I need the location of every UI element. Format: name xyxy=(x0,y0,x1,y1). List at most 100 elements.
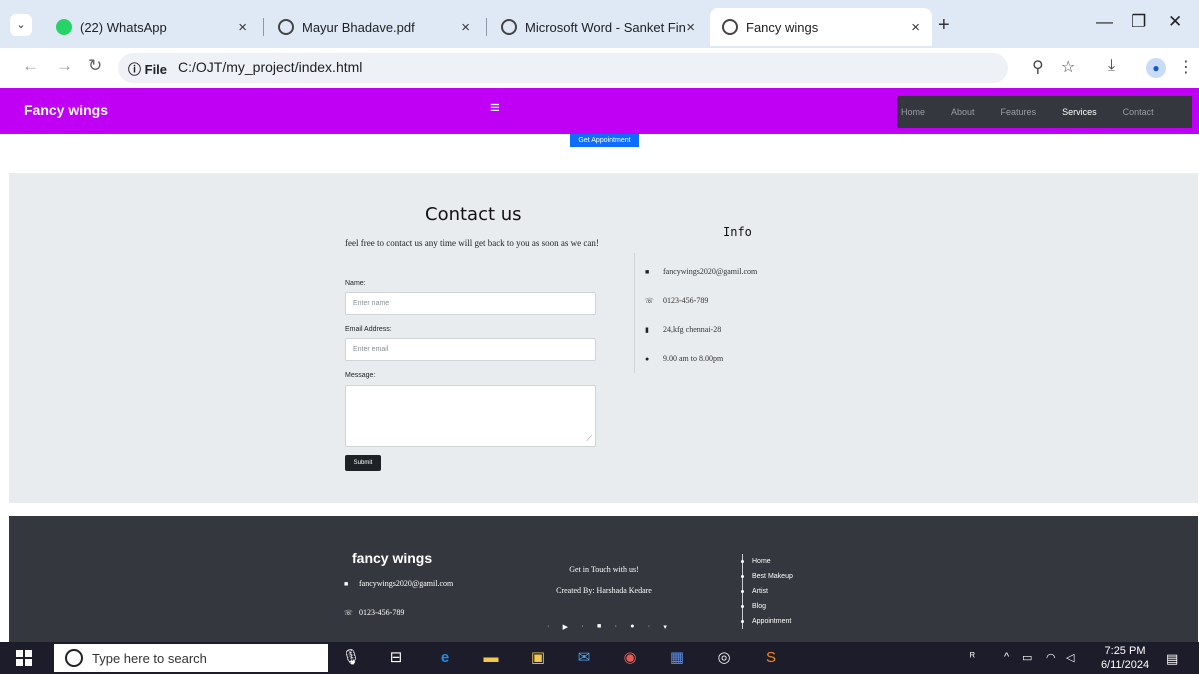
resize-handle-icon[interactable]: ⟋ xyxy=(586,434,592,444)
zoom-icon[interactable]: ⚲ xyxy=(1032,57,1044,77)
contact-section: Contact us feel free to contact us any t… xyxy=(9,173,1198,503)
tab-label: Fancy wings xyxy=(746,19,819,35)
profile-avatar-icon[interactable]: ● xyxy=(1146,58,1166,78)
footer-created-by: Created By: Harshada Kedare xyxy=(556,586,652,595)
name-input[interactable]: Enter name xyxy=(345,292,596,315)
contact-title: Contact us xyxy=(425,204,522,225)
footer-link-best-makeup[interactable]: Best Makeup xyxy=(741,569,812,584)
menu-kebab-icon[interactable]: ⋮ xyxy=(1178,57,1194,77)
get-appointment-button[interactable]: Get Appointment xyxy=(570,134,639,147)
tab-divider xyxy=(486,18,487,36)
restore-icon[interactable]: ❐ xyxy=(1131,12,1146,32)
word-icon[interactable]: ▦ xyxy=(666,648,688,668)
address-bar[interactable]: ⓘ File C:/OJT/my_project/index.html xyxy=(118,53,1008,83)
globe-icon xyxy=(501,19,517,35)
file-explorer-icon[interactable]: ▬ xyxy=(480,648,502,668)
taskbar-search-box[interactable]: Type here to search xyxy=(54,644,328,672)
info-email: ■ fancywings2020@gamil.com xyxy=(645,267,757,276)
cortana-circle-icon xyxy=(65,649,83,667)
close-icon[interactable]: × xyxy=(461,19,470,36)
microphone-icon[interactable]: 🎙 xyxy=(340,648,362,668)
notifications-icon[interactable]: ▤ xyxy=(1166,651,1178,667)
nav-features[interactable]: Features xyxy=(1001,107,1037,117)
footer-get-in-touch: Get in Touch with us! xyxy=(569,565,639,574)
close-icon[interactable]: × xyxy=(686,19,695,36)
windows-taskbar: Type here to search 🎙 ⊟ e ▬ ▣ ✉ ◉ ▦ ◎ S … xyxy=(0,642,1199,674)
tab-microsoft-word[interactable]: Microsoft Word - Sanket Final P × xyxy=(489,8,707,46)
mail-icon[interactable]: ✉ xyxy=(573,648,595,668)
tab-fancy-wings[interactable]: Fancy wings × xyxy=(710,8,932,46)
nav-services[interactable]: Services xyxy=(1062,107,1097,117)
volume-icon[interactable]: ◁ xyxy=(1066,651,1074,664)
name-placeholder: Enter name xyxy=(353,300,390,307)
footer-links: Home Best Makeup Artist Blog Appointment xyxy=(741,554,812,629)
people-icon[interactable]: ᴿ xyxy=(970,651,975,663)
bookmark-star-icon[interactable]: ☆ xyxy=(1061,57,1075,77)
tab-search-chevron-icon[interactable]: ⌄ xyxy=(10,14,32,36)
site-info-button[interactable]: ⓘ File xyxy=(128,59,167,78)
chrome-icon[interactable]: ◉ xyxy=(619,648,641,668)
forward-arrow-icon[interactable]: → xyxy=(56,56,73,76)
tab-label: Microsoft Word - Sanket Final P xyxy=(525,19,685,35)
reload-icon[interactable]: ↻ xyxy=(88,56,102,76)
whatsapp-icon xyxy=(56,19,72,35)
tab-divider xyxy=(263,18,264,36)
pinterest-icon[interactable]: ● xyxy=(630,623,634,631)
message-label: Message: xyxy=(345,372,376,379)
submit-button[interactable]: Submit xyxy=(345,455,381,471)
contact-subtitle: feel free to contact us any time will ge… xyxy=(345,238,599,248)
taskbar-time: 7:25 PM xyxy=(1104,645,1146,657)
browser-tab-bar: ⌄ (22) WhatsApp × Mayur Bhadave.pdf × Mi… xyxy=(0,0,1199,48)
footer-phone-text: 0123-456-789 xyxy=(359,608,405,617)
nav-contact[interactable]: Contact xyxy=(1123,107,1154,117)
wifi-icon[interactable]: ◠ xyxy=(1046,651,1056,664)
download-icon[interactable]: ⤓ xyxy=(1108,57,1115,75)
minimize-icon[interactable]: — xyxy=(1096,12,1113,32)
tray-chevron-icon[interactable]: ^ xyxy=(1004,651,1009,663)
nav-about[interactable]: About xyxy=(951,107,975,117)
site-brand[interactable]: Fancy wings xyxy=(24,102,108,118)
info-address: ▮ 24,kfg chennai-28 xyxy=(645,325,721,334)
tab-whatsapp[interactable]: (22) WhatsApp × xyxy=(44,8,259,46)
footer-email-text: fancywings2020@gamil.com xyxy=(359,579,454,588)
info-phone: ☏ 0123-456-789 xyxy=(645,296,708,305)
footer-link-artist[interactable]: Artist xyxy=(741,584,812,599)
task-view-icon[interactable]: ⊟ xyxy=(385,648,407,668)
tab-label: (22) WhatsApp xyxy=(80,19,167,35)
tab-label: Mayur Bhadave.pdf xyxy=(302,19,415,35)
battery-icon[interactable]: ▭ xyxy=(1022,651,1032,664)
footer-link-appointment[interactable]: Appointment xyxy=(741,614,812,629)
tab-mayur-pdf[interactable]: Mayur Bhadave.pdf × xyxy=(266,8,482,46)
youtube-icon[interactable]: ▶ xyxy=(563,623,568,631)
close-icon[interactable]: × xyxy=(238,19,247,36)
footer-link-blog[interactable]: Blog xyxy=(741,599,812,614)
taskbar-clock[interactable]: 7:25 PM 6/11/2024 xyxy=(1093,644,1157,672)
info-divider xyxy=(634,253,635,373)
nav-home[interactable]: Home xyxy=(901,107,925,117)
windows-start-icon[interactable] xyxy=(16,650,32,666)
dot-icon: · xyxy=(614,623,617,630)
edge-browser-icon[interactable]: e xyxy=(434,648,456,668)
close-icon[interactable]: × xyxy=(911,19,920,36)
globe-icon xyxy=(722,19,738,35)
info-email-text: fancywings2020@gamil.com xyxy=(663,267,758,276)
taskbar-date: 6/11/2024 xyxy=(1100,659,1150,671)
twitter-icon[interactable]: ▾ xyxy=(663,623,667,631)
envelope-icon: ■ xyxy=(344,579,349,588)
nav-links: Home About Features Services Contact xyxy=(897,96,1192,128)
message-textarea[interactable]: ⟋ xyxy=(345,385,596,447)
email-input[interactable]: Enter email xyxy=(345,338,596,361)
back-arrow-icon[interactable]: ← xyxy=(22,56,39,76)
store-icon[interactable]: ▣ xyxy=(527,648,549,668)
instagram-icon[interactable]: ■ xyxy=(597,623,601,631)
envelope-icon: ■ xyxy=(645,267,650,276)
footer-link-home[interactable]: Home xyxy=(741,554,812,569)
media-player-icon[interactable]: ◎ xyxy=(713,648,735,668)
hamburger-menu-icon[interactable]: ≡ xyxy=(490,98,500,118)
phone-icon: ☏ xyxy=(344,608,353,617)
sublime-text-icon[interactable]: S xyxy=(760,648,782,668)
info-title: Info xyxy=(723,225,752,239)
window-close-icon[interactable]: ✕ xyxy=(1168,12,1182,32)
new-tab-plus-icon[interactable]: + xyxy=(938,14,950,37)
phone-icon: ☏ xyxy=(645,296,654,305)
